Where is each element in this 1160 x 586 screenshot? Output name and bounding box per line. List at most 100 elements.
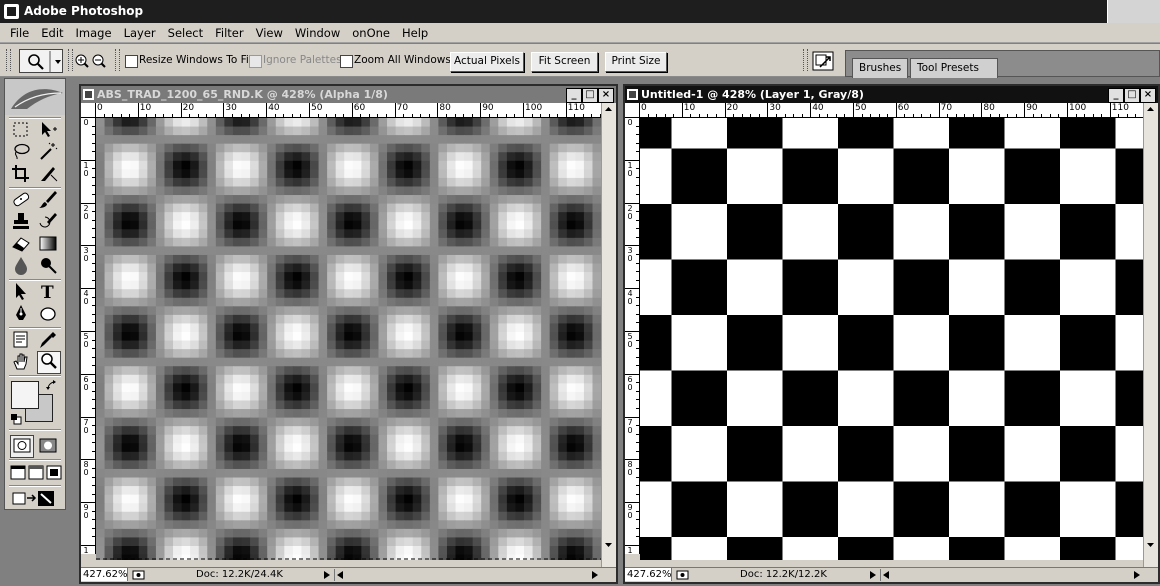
halftone-pixel bbox=[541, 332, 551, 342]
status-info-icon[interactable] bbox=[132, 569, 146, 581]
gradient-icon[interactable] bbox=[37, 233, 59, 254]
history-brush-icon[interactable] bbox=[37, 211, 59, 232]
hand-icon[interactable] bbox=[10, 351, 32, 372]
menu-image[interactable]: Image bbox=[70, 23, 118, 43]
marquee-icon[interactable] bbox=[10, 119, 32, 140]
halftone-pixel bbox=[241, 280, 251, 290]
halftone-pixel bbox=[292, 374, 303, 384]
lasso-icon[interactable] bbox=[10, 141, 32, 162]
halftone-pixel bbox=[352, 177, 362, 188]
ruler-tick bbox=[636, 296, 639, 298]
menu-select[interactable]: Select bbox=[162, 23, 209, 43]
actual-pixels-button[interactable]: Actual Pixels bbox=[450, 52, 524, 72]
close-button[interactable]: × bbox=[598, 88, 614, 103]
blur-icon[interactable] bbox=[10, 255, 32, 276]
magic-wand-icon[interactable] bbox=[37, 141, 59, 162]
toolbox-header[interactable] bbox=[5, 79, 65, 115]
foreground-color-swatch[interactable] bbox=[11, 381, 39, 409]
options-grip-4[interactable] bbox=[803, 49, 808, 71]
halftone-pixel bbox=[224, 212, 234, 222]
print-size-button[interactable]: Print Size bbox=[605, 52, 667, 72]
zoom-icon[interactable] bbox=[37, 351, 61, 374]
file-browser-icon[interactable] bbox=[812, 51, 834, 71]
minimize-button[interactable]: _ bbox=[1108, 88, 1124, 103]
halftone-pixel bbox=[181, 195, 191, 205]
shape-icon[interactable] bbox=[37, 303, 59, 324]
halftone-pixel bbox=[549, 152, 559, 162]
halftone-pixel bbox=[267, 451, 277, 461]
halftone-pixel bbox=[190, 409, 200, 419]
zoom-level-field[interactable]: 427.62% bbox=[625, 568, 672, 581]
notes-icon[interactable] bbox=[10, 329, 32, 350]
options-grip-3[interactable] bbox=[115, 49, 120, 71]
menu-window[interactable]: Window bbox=[289, 23, 346, 43]
menu-filter[interactable]: Filter bbox=[209, 23, 249, 43]
swap-colors-icon[interactable] bbox=[45, 379, 59, 393]
type-icon[interactable]: T bbox=[37, 281, 59, 303]
horizontal-ruler[interactable]: 0 10 20 30 40 50 60 70 80 90 100 110 bbox=[639, 103, 1144, 118]
eyedropper-icon[interactable] bbox=[37, 329, 59, 350]
halftone-pixel bbox=[515, 280, 525, 290]
maximize-button[interactable]: □ bbox=[1124, 88, 1140, 103]
status-menu-arrows[interactable] bbox=[321, 569, 351, 581]
options-grip[interactable] bbox=[6, 49, 11, 71]
minimize-button[interactable]: _ bbox=[566, 88, 582, 103]
menu-view[interactable]: View bbox=[250, 23, 289, 43]
resize-windows-checkbox[interactable] bbox=[125, 55, 138, 68]
menu-onone[interactable]: onOne bbox=[346, 23, 396, 43]
halftone-pixel bbox=[207, 280, 217, 290]
tab-tool-presets[interactable]: Tool Presets bbox=[910, 58, 998, 78]
clone-stamp-icon[interactable] bbox=[10, 211, 32, 232]
ruler-origin[interactable] bbox=[625, 103, 640, 118]
tab-brushes[interactable]: Brushes bbox=[852, 58, 909, 78]
vertical-scrollbar[interactable] bbox=[601, 103, 616, 568]
zoom-in-out-buttons[interactable] bbox=[74, 53, 110, 69]
halftone-pixel bbox=[515, 486, 525, 496]
document-canvas-checkerboard[interactable] bbox=[640, 118, 1148, 560]
document-canvas-halftone[interactable] bbox=[96, 118, 606, 560]
menu-layer[interactable]: Layer bbox=[118, 23, 162, 43]
scroll-right-icon[interactable] bbox=[1130, 569, 1144, 581]
scroll-right-icon[interactable] bbox=[588, 569, 602, 581]
menu-file[interactable]: File bbox=[0, 23, 35, 43]
halftone-pixel bbox=[198, 409, 208, 419]
tool-preset-picker[interactable] bbox=[19, 49, 63, 73]
status-menu-arrows[interactable] bbox=[867, 569, 897, 581]
default-colors-icon[interactable] bbox=[10, 413, 22, 425]
move-icon[interactable] bbox=[37, 119, 59, 140]
crop-icon[interactable] bbox=[10, 163, 32, 184]
menu-edit[interactable]: Edit bbox=[35, 23, 69, 43]
vertical-ruler[interactable]: 010203040506070809010 bbox=[81, 117, 96, 554]
jump-to-imageready-button[interactable] bbox=[11, 488, 59, 508]
dodge-icon[interactable] bbox=[37, 255, 59, 276]
vertical-ruler[interactable]: 010203040506070809010 bbox=[625, 117, 640, 554]
vertical-scrollbar[interactable] bbox=[1143, 103, 1158, 568]
standard-mode-icon[interactable] bbox=[10, 435, 34, 458]
halftone-pixel bbox=[301, 340, 311, 350]
halftone-pixel bbox=[198, 460, 208, 470]
document-title-bar[interactable]: Untitled-1 @ 428% (Layer 1, Gray/8) _ □ … bbox=[625, 86, 1158, 103]
pen-icon[interactable] bbox=[10, 303, 32, 324]
options-grip-2[interactable] bbox=[68, 49, 73, 71]
fit-screen-button[interactable]: Fit Screen bbox=[531, 52, 598, 72]
healing-brush-icon[interactable] bbox=[10, 189, 32, 210]
quick-mask-icon[interactable] bbox=[37, 435, 59, 456]
ruler-origin[interactable] bbox=[81, 103, 96, 118]
title-bar-controls[interactable] bbox=[1107, 0, 1160, 23]
screen-mode-buttons[interactable] bbox=[8, 463, 64, 483]
brush-icon[interactable] bbox=[37, 189, 59, 210]
maximize-button[interactable]: □ bbox=[582, 88, 598, 103]
halftone-pixel bbox=[207, 169, 217, 179]
document-title-bar[interactable]: ABS_TRAD_1200_65_RND.K @ 428% (Alpha 1/8… bbox=[81, 86, 616, 103]
menu-help[interactable]: Help bbox=[396, 23, 434, 43]
path-selection-icon[interactable] bbox=[10, 281, 32, 302]
zoom-level-field[interactable]: 427.62% bbox=[81, 568, 128, 581]
slice-icon[interactable] bbox=[37, 163, 59, 184]
eraser-icon[interactable] bbox=[10, 233, 32, 254]
horizontal-ruler[interactable]: 0 10 20 30 40 50 60 70 80 90 100 110 bbox=[95, 103, 602, 118]
status-info-icon[interactable] bbox=[676, 569, 690, 581]
zoom-all-windows-checkbox[interactable] bbox=[340, 55, 353, 68]
halftone-pixel bbox=[566, 383, 576, 393]
ignore-palettes-checkbox[interactable] bbox=[249, 55, 262, 68]
close-button[interactable]: × bbox=[1140, 88, 1156, 103]
